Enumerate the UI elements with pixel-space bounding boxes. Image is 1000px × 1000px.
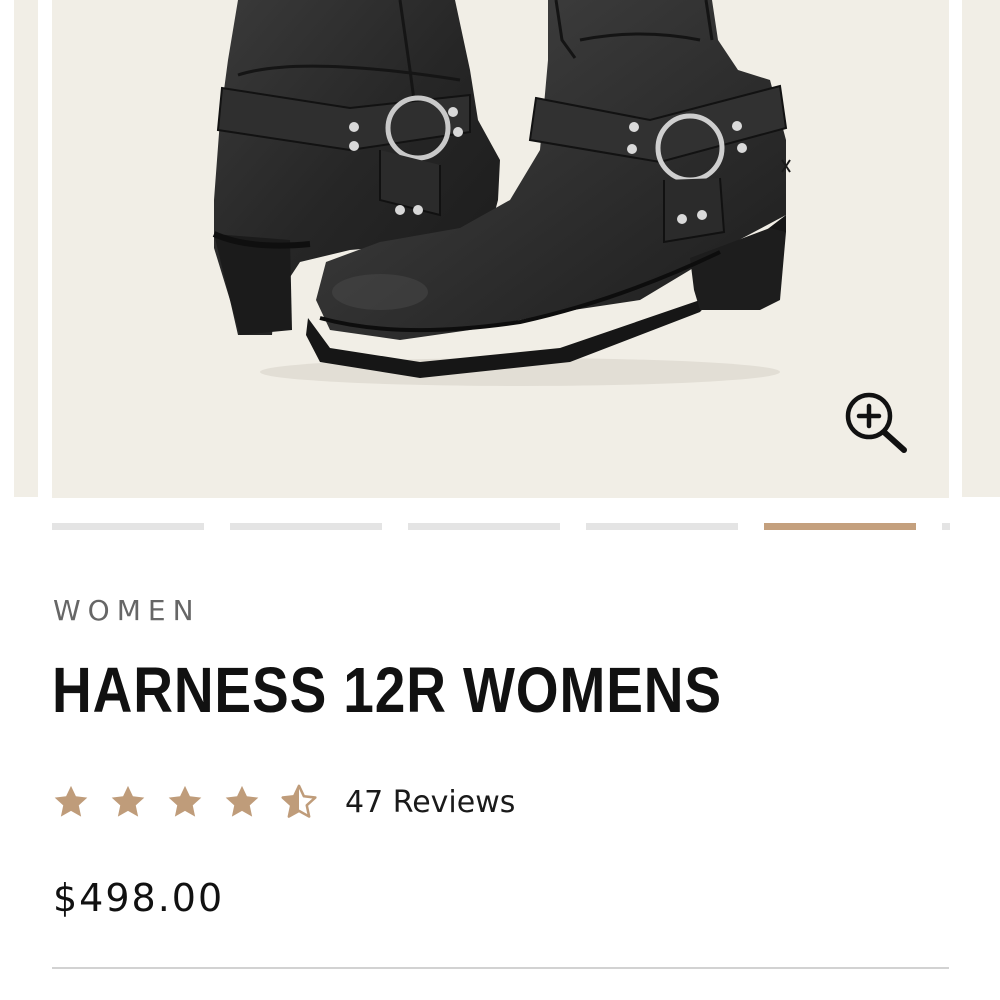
pager-segment-2[interactable] (230, 523, 382, 530)
pager-segment-3[interactable] (408, 523, 560, 530)
zoom-in-icon (845, 392, 907, 453)
next-slide-peek[interactable] (962, 0, 1000, 497)
reviews-link[interactable]: 47 Reviews (345, 785, 515, 820)
boots-product-image (212, 0, 791, 386)
product-category: WOMEN (53, 594, 201, 627)
product-title: HARNESS 12R WOMENS (52, 654, 722, 726)
product-page: WOMEN HARNESS 12R WOMENS 47 Reviews $498… (0, 0, 1000, 1000)
star-filled-icon (168, 785, 202, 817)
zoom-button[interactable] (838, 386, 910, 458)
pager-segment-6[interactable] (942, 523, 950, 530)
pager-segment-4[interactable] (586, 523, 738, 530)
star-filled-icon (225, 785, 259, 817)
previous-slide-peek[interactable] (14, 0, 38, 497)
pager-segment-5-active[interactable] (764, 523, 916, 530)
section-divider (52, 967, 949, 969)
gallery-pagination (0, 523, 1000, 531)
product-rating: 47 Reviews (52, 778, 515, 826)
star-filled-icon (111, 785, 145, 817)
product-image-slide[interactable] (52, 0, 949, 498)
pager-segment-1[interactable] (52, 523, 204, 530)
star-half-icon (281, 784, 317, 818)
product-image-gallery[interactable] (0, 0, 1000, 500)
product-price: $498.00 (53, 876, 225, 920)
rating-stars (52, 783, 337, 821)
star-filled-icon (54, 785, 88, 817)
